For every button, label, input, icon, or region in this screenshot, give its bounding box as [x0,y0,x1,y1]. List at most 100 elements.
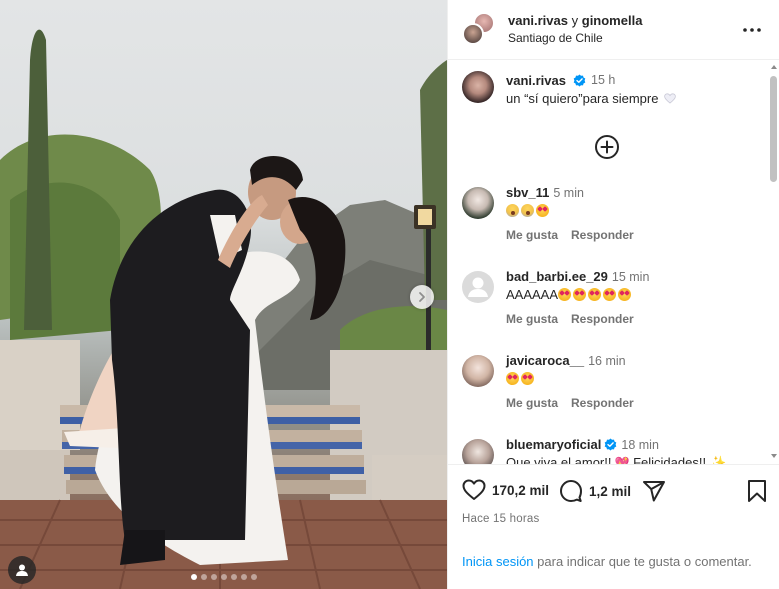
comment-reply-button[interactable]: Responder [571,228,634,242]
more-options-button[interactable] [742,20,762,40]
comment-reply-button[interactable]: Responder [571,312,634,326]
save-button[interactable] [746,479,768,503]
location-link[interactable]: Santiago de Chile [508,31,603,46]
login-link[interactable]: Inicia sesión [462,554,534,569]
avatar[interactable] [462,271,494,303]
comment-header: sbv_11 5 min [506,185,584,200]
share-button[interactable] [642,479,666,503]
author-conjunction: y [571,13,579,28]
comment-text-content: Que viva el amor!! [506,455,612,464]
comment-like-button[interactable]: Me gusta [506,228,558,242]
heart-eyes-emoji [603,288,617,301]
wedding-photo-scene [0,29,447,589]
carousel-dot [250,574,257,580]
avatar[interactable] [462,439,494,464]
heart-eyes-emoji [521,372,534,385]
author-names: vani.rivas y ginomella [508,13,642,29]
comment-text: Que viva el amor!! 💖 Felicidades!! ✨ [506,455,726,464]
comment-item: bluemaryoficial 18 min Que viva el amor!… [462,437,762,464]
heart-eyes-emoji [558,288,572,301]
heart-icon [462,479,486,500]
comment-actions: Me gusta Responder [506,312,647,326]
comment-time[interactable]: 16 min [588,354,626,368]
comment-header: bad_barbi.ee_29 15 min [506,269,649,284]
comment-reply-button[interactable]: Responder [571,396,634,410]
sparkles-emoji: ✨ [710,455,727,464]
caption-username[interactable]: vani.rivas [506,73,566,88]
post-photo[interactable] [0,0,447,589]
caption-author: vani.rivas [506,73,586,88]
author-avatars[interactable] [462,12,496,46]
carousel-dot [220,574,227,580]
comment-time[interactable]: 15 min [612,270,650,284]
avatar[interactable] [462,355,494,387]
comment-time[interactable]: 18 min [621,438,659,452]
comment-header: bluemaryoficial 18 min [506,437,659,452]
verified-icon [573,74,585,87]
comment-actions: Me gusta Responder [506,228,647,242]
action-bar: 170,2 mil 1,2 mil [462,479,768,505]
save-icon [748,480,766,502]
avatar[interactable] [462,23,484,45]
carousel-dot [210,574,217,580]
scream-emoji [506,204,519,217]
comments-count[interactable]: 1,2 mil [589,484,631,499]
scroll-down-arrow-icon[interactable] [770,452,778,460]
load-more-comments-button[interactable] [594,134,620,160]
comment-username[interactable]: bluemaryoficial [506,437,601,452]
carousel-dot [230,574,237,580]
more-icon [743,28,761,32]
comment-item: sbv_11 5 min Me gusta Responder [462,185,762,255]
scroll-up-arrow-icon[interactable] [770,63,778,71]
scream-emoji [521,204,534,217]
user-tag-button[interactable] [8,556,36,584]
heart-emoji: 💖 [614,456,630,464]
comment-text: AAAAAA [506,287,633,302]
comment-actions: Me gusta Responder [506,396,647,410]
likes-count[interactable]: 170,2 mil [492,483,549,498]
login-prompt: Inicia sesión para indicar que te gusta … [462,552,752,571]
chevron-right-icon [419,292,425,302]
heart-eyes-emoji [618,288,632,301]
author-link-1[interactable]: vani.rivas [508,13,568,28]
plus-circle-icon [595,135,619,159]
carousel-dot [190,574,197,580]
comment-text-content-2: Felicidades!! [633,455,707,464]
caption-time[interactable]: 15 h [591,73,615,87]
avatar[interactable] [462,71,494,103]
heart-eyes-emoji [506,372,519,385]
user-tag-icon [16,564,28,576]
comment-time[interactable]: 5 min [553,186,584,200]
caption-text-row: un “sí quiero”para siempre [506,91,676,106]
comment-item: bad_barbi.ee_29 15 min AAAAAA Me gusta Res… [462,269,762,339]
comment-username[interactable]: javicaroca__ [506,353,584,368]
carousel-dot [240,574,247,580]
caption-text: un “sí quiero”para siempre [506,91,659,106]
comment-username[interactable]: bad_barbi.ee_29 [506,269,608,284]
avatar[interactable] [462,187,494,219]
like-button[interactable]: 170,2 mil [462,479,549,501]
heart-eyes-emoji [536,204,549,217]
comment-like-button[interactable]: Me gusta [506,312,558,326]
heart-eyes-emoji [588,288,602,301]
next-slide-button[interactable] [410,285,434,309]
comment-icon [560,480,582,502]
scrollbar-thumb[interactable] [770,76,777,182]
carousel-dots [0,574,447,580]
verified-icon [605,438,617,451]
comment-text [506,371,536,386]
comment-text-content: AAAAAA [506,287,559,302]
post-footer: 170,2 mil 1,2 mil Hace 15 horas Inicia s… [448,464,779,589]
login-prompt-text: para indicar que te gusta o comentar. [533,554,752,569]
post-dialog: vani.rivas y ginomella Santiago de Chile… [0,0,779,589]
comment-text [506,203,551,218]
comments-scroll-area[interactable]: vani.rivas 15 h un “sí quiero”para siemp… [448,61,779,464]
author-link-2[interactable]: ginomella [582,13,643,28]
comment-header: javicaroca__ 16 min [506,353,626,368]
comment-like-button[interactable]: Me gusta [506,396,558,410]
post-timestamp[interactable]: Hace 15 horas [462,513,539,525]
heart-eyes-emoji [573,288,587,301]
comment-username[interactable]: sbv_11 [506,185,549,200]
comment-button[interactable]: 1,2 mil [559,479,631,503]
post-side-panel: vani.rivas y ginomella Santiago de Chile… [447,0,779,589]
